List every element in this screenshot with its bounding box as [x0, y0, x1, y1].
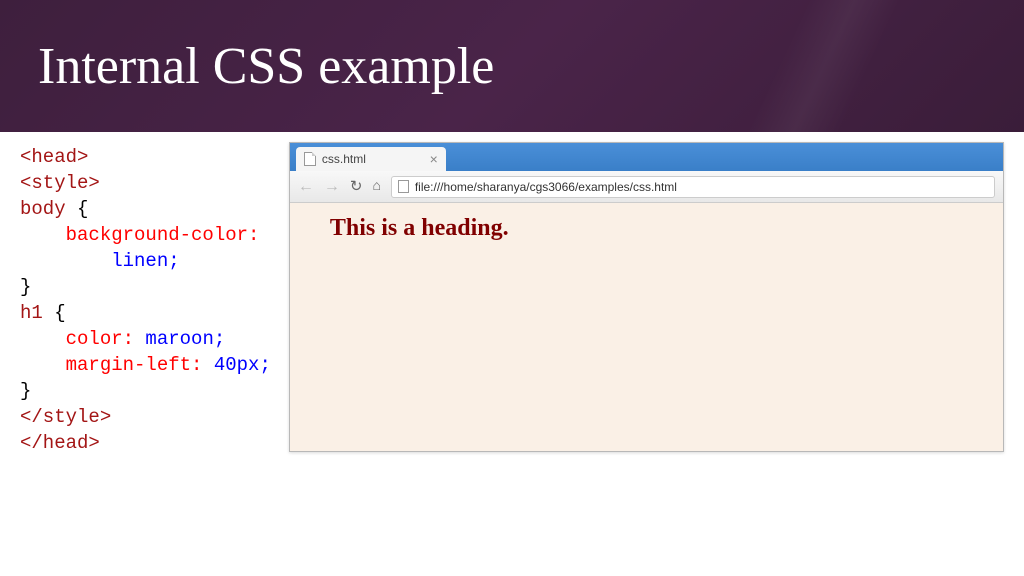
page-icon	[304, 152, 316, 166]
rendered-heading: This is a heading.	[330, 215, 1003, 242]
browser-tab[interactable]: css.html ×	[296, 147, 446, 171]
slide-header: Internal CSS example	[0, 0, 1024, 132]
tab-strip: css.html ×	[290, 143, 1003, 171]
slide-content: <head> <style> body { background-color: …	[0, 132, 1024, 456]
code-property: margin-left:	[66, 354, 203, 376]
code-selector: h1	[20, 302, 43, 324]
code-line: <style>	[20, 172, 100, 194]
address-bar[interactable]: file:///home/sharanya/cgs3066/examples/c…	[391, 176, 995, 198]
forward-icon[interactable]: →	[324, 179, 340, 195]
code-property: background-color:	[66, 224, 260, 246]
reload-icon[interactable]: ↻	[350, 177, 363, 196]
browser-toolbar: ← → ↻ ⌂ file:///home/sharanya/cgs3066/ex…	[290, 171, 1003, 203]
code-brace: {	[66, 198, 89, 220]
home-icon[interactable]: ⌂	[372, 179, 380, 195]
code-selector: body	[20, 198, 66, 220]
code-line: <head>	[20, 146, 88, 168]
slide-title: Internal CSS example	[38, 37, 494, 96]
code-brace: }	[20, 276, 31, 298]
code-line: </style>	[20, 406, 111, 428]
browser-window: css.html × ← → ↻ ⌂ file:///home/sharanya…	[289, 142, 1004, 452]
code-property: color:	[66, 328, 134, 350]
back-icon[interactable]: ←	[298, 179, 314, 195]
code-brace: }	[20, 380, 31, 402]
browser-viewport: This is a heading.	[290, 203, 1003, 451]
code-line: </head>	[20, 432, 100, 454]
url-text: file:///home/sharanya/cgs3066/examples/c…	[415, 180, 677, 194]
code-example: <head> <style> body { background-color: …	[20, 142, 271, 456]
page-icon	[398, 180, 409, 193]
code-brace: {	[43, 302, 66, 324]
tab-title: css.html	[322, 152, 366, 166]
code-value: maroon;	[134, 328, 225, 350]
code-value: 40px;	[202, 354, 270, 376]
close-icon[interactable]: ×	[430, 152, 438, 166]
code-value: linen;	[111, 250, 179, 272]
